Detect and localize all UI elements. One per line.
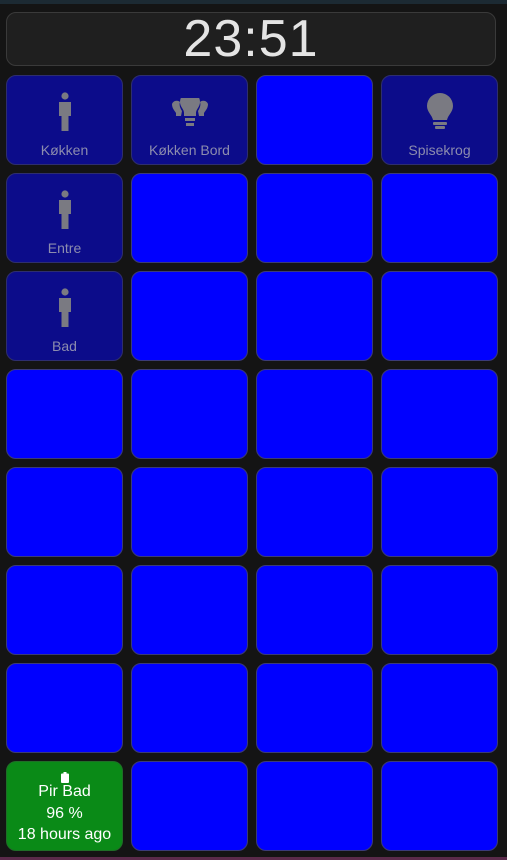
tile-empty[interactable] — [256, 271, 373, 361]
tile-empty[interactable] — [381, 173, 498, 263]
tile-empty[interactable] — [131, 761, 248, 851]
tile-empty[interactable] — [6, 663, 123, 753]
tile-empty[interactable] — [6, 565, 123, 655]
tile-label: Køkken — [40, 142, 89, 158]
top-bar — [0, 0, 507, 4]
tile-empty[interactable] — [131, 467, 248, 557]
tile-label: Bad — [52, 338, 77, 354]
tile-empty[interactable] — [256, 173, 373, 263]
tile-empty[interactable] — [131, 565, 248, 655]
tile-empty[interactable] — [6, 467, 123, 557]
tile-empty[interactable] — [381, 271, 498, 361]
last-updated: 18 hours ago — [17, 826, 112, 843]
battery-icon — [60, 772, 69, 783]
tile-empty[interactable] — [381, 369, 498, 459]
tile-kokken[interactable]: Køkken — [6, 75, 123, 165]
tile-empty[interactable] — [256, 565, 373, 655]
tile-empty[interactable] — [381, 565, 498, 655]
tile-empty[interactable] — [381, 761, 498, 851]
tile-empty[interactable] — [256, 467, 373, 557]
person-icon — [58, 288, 71, 327]
clock-panel: 23:51 — [6, 12, 496, 66]
person-icon — [58, 92, 71, 131]
lightbulb-group-icon — [171, 98, 208, 126]
battery-level: 96 % — [46, 805, 83, 822]
tile-empty[interactable] — [256, 75, 373, 165]
clock-time: 23:51 — [183, 10, 319, 68]
person-icon — [58, 190, 71, 229]
tile-empty[interactable] — [131, 271, 248, 361]
lightbulb-icon — [426, 93, 453, 129]
tile-pir-bad-battery[interactable]: Pir Bad 96 % 18 hours ago — [6, 761, 123, 851]
tile-empty[interactable] — [256, 663, 373, 753]
tile-empty[interactable] — [131, 369, 248, 459]
tile-empty[interactable] — [256, 369, 373, 459]
tile-bad[interactable]: Bad — [6, 271, 123, 361]
tile-empty[interactable] — [381, 467, 498, 557]
tile-label: Køkken Bord — [149, 142, 230, 158]
tile-label: Spisekrog — [408, 142, 471, 158]
sensor-name: Pir Bad — [38, 783, 91, 800]
tile-grid: Køkken Køkken Bord Spisekrog Entre Bad P… — [6, 75, 498, 851]
battery-status: Pir Bad 96 % 18 hours ago — [7, 762, 122, 850]
tile-empty[interactable] — [131, 173, 248, 263]
tile-label: Entre — [47, 240, 82, 256]
tile-empty[interactable] — [256, 761, 373, 851]
tile-spisekrog[interactable]: Spisekrog — [381, 75, 498, 165]
tile-entre[interactable]: Entre — [6, 173, 123, 263]
tile-kokken-bord[interactable]: Køkken Bord — [131, 75, 248, 165]
tile-empty[interactable] — [6, 369, 123, 459]
tile-empty[interactable] — [381, 663, 498, 753]
tile-empty[interactable] — [131, 663, 248, 753]
